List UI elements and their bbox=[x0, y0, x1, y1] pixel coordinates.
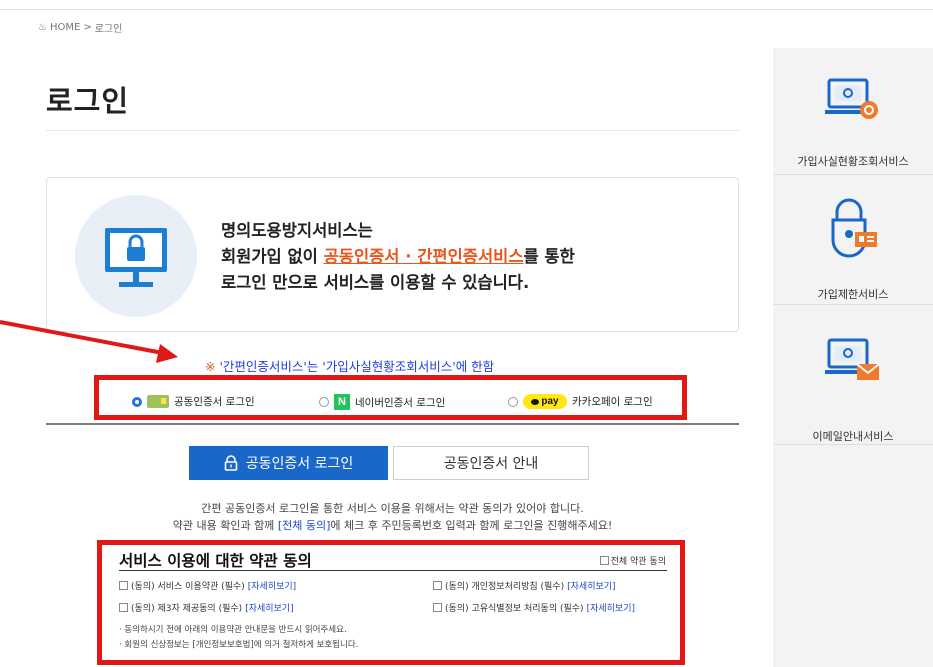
title-divider bbox=[46, 130, 739, 131]
home-icon[interactable]: ♨ bbox=[38, 22, 47, 33]
monitor-lock-icon bbox=[105, 228, 167, 287]
easy-auth-note: ※ '간편인증서비스'는 '가입사실현황조회서비스'에 한함 bbox=[205, 356, 494, 375]
term-detail-link[interactable]: [자세히보기] bbox=[587, 601, 635, 614]
top-divider bbox=[0, 9, 933, 10]
option-naver-cert[interactable]: N 네이버인증서 로그인 bbox=[319, 394, 445, 410]
tab-label: 공동인증서 로그인 bbox=[245, 456, 354, 472]
sidebar-item-label: 가입사실현황조회서비스 bbox=[797, 155, 909, 168]
term-checkbox[interactable] bbox=[119, 603, 128, 612]
option-joint-cert[interactable]: 공동인증서 로그인 bbox=[132, 394, 255, 409]
breadcrumb-current: 로그인 bbox=[94, 24, 123, 35]
radio-naver-cert[interactable] bbox=[319, 397, 329, 407]
terms-title: 서비스 이용에 대한 약관 동의 bbox=[119, 552, 312, 570]
option-label: 카카오페이 로그인 bbox=[572, 396, 653, 408]
term-service: (동의) 서비스 이용약관 (필수) [자세히보기] bbox=[119, 579, 296, 592]
term-checkbox[interactable] bbox=[119, 581, 128, 590]
notice-line-1: 명의도용방지서비스는 bbox=[221, 221, 373, 240]
terms-note: · 동의하시기 전에 아래의 이용약관 안내문을 반드시 읽어주세요. bbox=[119, 625, 347, 635]
kakaopay-icon: pay bbox=[523, 394, 567, 409]
section-divider bbox=[46, 423, 739, 425]
description-line-2: 약관 내용 확인과 함께 [전체 동의]에 체크 후 주민등록번호 입력과 함께… bbox=[46, 517, 739, 534]
notice-highlight: 공동인증서 · 간편인증서비스 bbox=[323, 247, 524, 266]
note-mark: ※ bbox=[205, 359, 216, 374]
radio-kakaopay[interactable] bbox=[508, 396, 518, 407]
term-detail-link[interactable]: [자세히보기] bbox=[567, 579, 615, 592]
option-label: 공동인증서 로그인 bbox=[174, 396, 255, 408]
sidebar-item-email[interactable]: 이메일안내서비스 bbox=[773, 304, 933, 445]
description-line-2-prefix: 약관 내용 확인과 함께 bbox=[172, 519, 278, 532]
term-checkbox[interactable] bbox=[433, 603, 442, 612]
notice-line-2: 회원가입 없이 공동인증서 · 간편인증서비스를 통한 bbox=[221, 244, 575, 270]
sidebar-item-restriction[interactable]: 가입제한서비스 bbox=[773, 174, 933, 305]
term-label: (동의) 서비스 이용약관 (필수) bbox=[131, 582, 245, 592]
description-line-1: 간편 공동인증서 로그인을 통한 서비스 이용을 위해서는 약관 동의가 있어야… bbox=[201, 502, 584, 515]
notice-line-3: 로그인 만으로 서비스를 이용할 수 있습니다. bbox=[221, 273, 530, 292]
monitor-mail-icon bbox=[825, 338, 880, 380]
note-text: '간편인증서비스'는 '가입사실현황조회서비스'에 한함 bbox=[219, 359, 495, 374]
terms-agreement-highlight: 서비스 이용에 대한 약관 동의 전체 약관 동의 (동의) 서비스 이용약관 … bbox=[97, 540, 685, 665]
monitor-search-icon bbox=[825, 78, 878, 119]
login-options-highlight: 공동인증서 로그인 N 네이버인증서 로그인 pay 카카오페이 로그인 bbox=[94, 375, 687, 420]
breadcrumb-home[interactable]: HOME bbox=[50, 22, 80, 33]
annotation-arrow-icon bbox=[0, 320, 178, 363]
kakaopay-icon-text: pay bbox=[541, 396, 559, 407]
option-kakaopay[interactable]: pay 카카오페이 로그인 bbox=[508, 394, 653, 409]
breadcrumb: ♨ HOME > 로그인 bbox=[38, 20, 122, 35]
terms-divider bbox=[119, 570, 667, 571]
terms-note: · 회원의 신상정보는 [개인정보보호법]에 의거 철저하게 보호됩니다. bbox=[119, 640, 359, 650]
notice-line-2-prefix: 회원가입 없이 bbox=[221, 247, 324, 266]
term-privacy: (동의) 개인정보처리방침 (필수) [자세히보기] bbox=[433, 579, 616, 592]
page-title: 로그인 bbox=[46, 84, 130, 118]
term-third-party: (동의) 제3자 제공동의 (필수) [자세히보기] bbox=[119, 601, 294, 614]
term-label: (동의) 고유식별정보 처리동의 (필수) bbox=[445, 604, 584, 614]
breadcrumb-separator: > bbox=[83, 22, 92, 33]
sidebar-item-label: 이메일안내서비스 bbox=[812, 430, 894, 443]
tab-label: 공동인증서 안내 bbox=[443, 456, 539, 472]
sidebar-item-status-check[interactable]: 가입사실현황조회서비스 bbox=[773, 48, 933, 175]
tab-joint-cert-guide[interactable]: 공동인증서 안내 bbox=[393, 446, 589, 480]
term-detail-link[interactable]: [자세히보기] bbox=[248, 579, 296, 592]
padlock-card-icon bbox=[831, 198, 877, 258]
term-label: (동의) 개인정보처리방침 (필수) bbox=[445, 582, 565, 592]
login-description: 간편 공동인증서 로그인을 통한 서비스 이용을 위해서는 약관 동의가 있어야… bbox=[46, 500, 739, 534]
description-line-2-suffix: 에 체크 후 주민등록번호 입력과 함께 로그인을 진행해주세요! bbox=[330, 519, 613, 532]
sidebar-item-label: 가입제한서비스 bbox=[817, 288, 889, 301]
all-agree-checkbox[interactable] bbox=[599, 556, 609, 565]
term-detail-link[interactable]: [자세히보기] bbox=[245, 601, 293, 614]
all-agree-label: 전체 약관 동의 bbox=[610, 557, 666, 567]
notice-line-2-suffix: 를 통한 bbox=[523, 247, 575, 266]
radio-joint-cert[interactable] bbox=[132, 396, 142, 407]
term-unique-id: (동의) 고유식별정보 처리동의 (필수) [자세히보기] bbox=[433, 601, 635, 614]
tab-joint-cert-login[interactable]: 공동인증서 로그인 bbox=[189, 446, 388, 480]
lock-icon bbox=[224, 455, 238, 471]
certificate-icon bbox=[147, 395, 169, 408]
sidebar: 가입사실현황조회서비스 가입제한서비스 이메일안내서비스 bbox=[773, 48, 933, 667]
all-agree-keyword: [전체 동의] bbox=[277, 519, 331, 532]
notice-text: 명의도용방지서비스는 회원가입 없이 공동인증서 · 간편인증서비스를 통한 로… bbox=[221, 218, 575, 296]
all-agree[interactable]: 전체 약관 동의 bbox=[599, 554, 666, 567]
term-label: (동의) 제3자 제공동의 (필수) bbox=[131, 604, 243, 614]
notice-illustration bbox=[75, 195, 197, 317]
naver-icon: N bbox=[334, 394, 350, 410]
option-label: 네이버인증서 로그인 bbox=[355, 396, 446, 409]
term-checkbox[interactable] bbox=[433, 581, 442, 590]
